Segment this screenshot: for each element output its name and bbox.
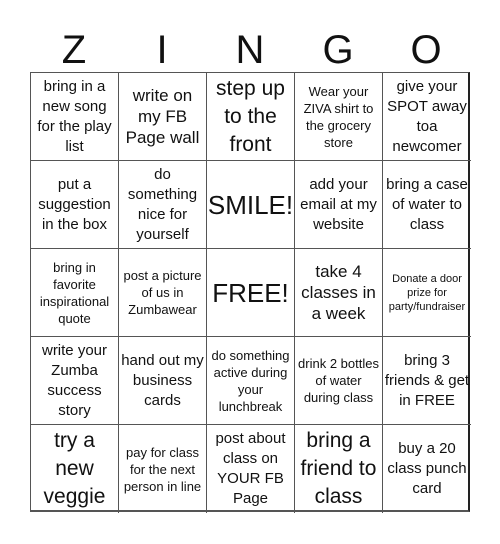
bingo-cell-text: take 4 classes in a week [301, 262, 376, 323]
header-letter-i: I [156, 28, 168, 72]
bingo-cell-o-1[interactable]: give your SPOT away toa newcomer [383, 73, 471, 161]
bingo-cell-g-5[interactable]: bring a friend to class [295, 425, 383, 513]
bingo-cell-i-1[interactable]: write on my FB Page wall [119, 73, 207, 161]
bingo-cell-text: give your SPOT away toa newcomer [387, 77, 467, 155]
bingo-cell-text: Wear your ZIVA shirt to the grocery stor… [303, 83, 374, 150]
bingo-cell-text: hand out my business cards [121, 351, 204, 409]
bingo-cell-text: drink 2 bottles of water during class [298, 356, 379, 405]
bingo-cell-text: do something nice for yourself [127, 165, 198, 243]
bingo-cell-text: FREE! [212, 277, 289, 308]
header-letter-g: G [322, 28, 354, 72]
bingo-cell-text: put a suggestion in the box [38, 175, 111, 233]
bingo-cell-text: post a picture of us in Zumbawear [123, 268, 202, 317]
header-letter-o: O [410, 28, 442, 72]
bingo-cell-text: bring in favorite inspirational quote [39, 259, 110, 326]
bingo-cell-g-3[interactable]: take 4 classes in a week [295, 249, 383, 337]
bingo-cell-text: write your Zumba success story [41, 341, 108, 419]
bingo-cell-n-5[interactable]: post about class on YOUR FB Page [207, 425, 295, 513]
bingo-cell-text: step up to the front [216, 76, 285, 156]
bingo-cell-text: try a new veggie [43, 429, 106, 508]
bingo-cell-text: write on my FB Page wall [125, 86, 200, 147]
bingo-cell-text: post about class on YOUR FB Page [215, 430, 286, 507]
bingo-cell-n-3[interactable]: FREE! [207, 249, 295, 337]
bingo-cell-text: do something active during your lunchbre… [211, 347, 290, 414]
bingo-cell-text: bring a case of water to class [386, 175, 468, 233]
bingo-cell-n-1[interactable]: step up to the front [207, 73, 295, 161]
bingo-cell-o-3[interactable]: Donate a door prize for party/fundraiser [383, 249, 471, 337]
bingo-cell-z-5[interactable]: try a new veggie [31, 425, 119, 513]
bingo-cell-z-3[interactable]: bring in favorite inspirational quote [31, 249, 119, 337]
bingo-cell-o-4[interactable]: bring 3 friends & get in FREE [383, 337, 471, 425]
bingo-cell-text: bring a friend to class [300, 429, 377, 508]
bingo-cell-text: add your email at my website [300, 175, 377, 233]
bingo-cell-z-2[interactable]: put a suggestion in the box [31, 161, 119, 249]
bingo-cell-text: Donate a door prize for party/fundraiser [388, 272, 466, 313]
bingo-cell-text: buy a 20 class punch card [387, 440, 467, 497]
bingo-cell-g-2[interactable]: add your email at my website [295, 161, 383, 249]
header-letter-n: N [235, 28, 265, 72]
header-letter-z: Z [61, 28, 87, 72]
bingo-cell-i-3[interactable]: post a picture of us in Zumbawear [119, 249, 207, 337]
bingo-cell-i-4[interactable]: hand out my business cards [119, 337, 207, 425]
bingo-header: Z I N G O [30, 28, 470, 72]
bingo-cell-z-4[interactable]: write your Zumba success story [31, 337, 119, 425]
bingo-cell-text: bring in a new song for the play list [37, 77, 112, 155]
bingo-cell-n-4[interactable]: do something active during your lunchbre… [207, 337, 295, 425]
bingo-cell-o-2[interactable]: bring a case of water to class [383, 161, 471, 249]
bingo-cell-o-5[interactable]: buy a 20 class punch card [383, 425, 471, 513]
bingo-card-grid: bring in a new song for the play list wri… [30, 72, 471, 513]
bingo-cell-z-1[interactable]: bring in a new song for the play list [31, 73, 119, 161]
bingo-cell-n-2[interactable]: SMILE! [207, 161, 295, 249]
bingo-cell-g-1[interactable]: Wear your ZIVA shirt to the grocery stor… [295, 73, 383, 161]
bingo-cell-g-4[interactable]: drink 2 bottles of water during class [295, 337, 383, 425]
bingo-cell-i-5[interactable]: pay for class for the next person in lin… [119, 425, 207, 513]
bingo-cell-text: pay for class for the next person in lin… [123, 444, 202, 494]
bingo-cell-i-2[interactable]: do something nice for yourself [119, 161, 207, 249]
bingo-cell-text: bring 3 friends & get in FREE [384, 351, 470, 409]
bingo-cell-text: SMILE! [207, 189, 294, 220]
